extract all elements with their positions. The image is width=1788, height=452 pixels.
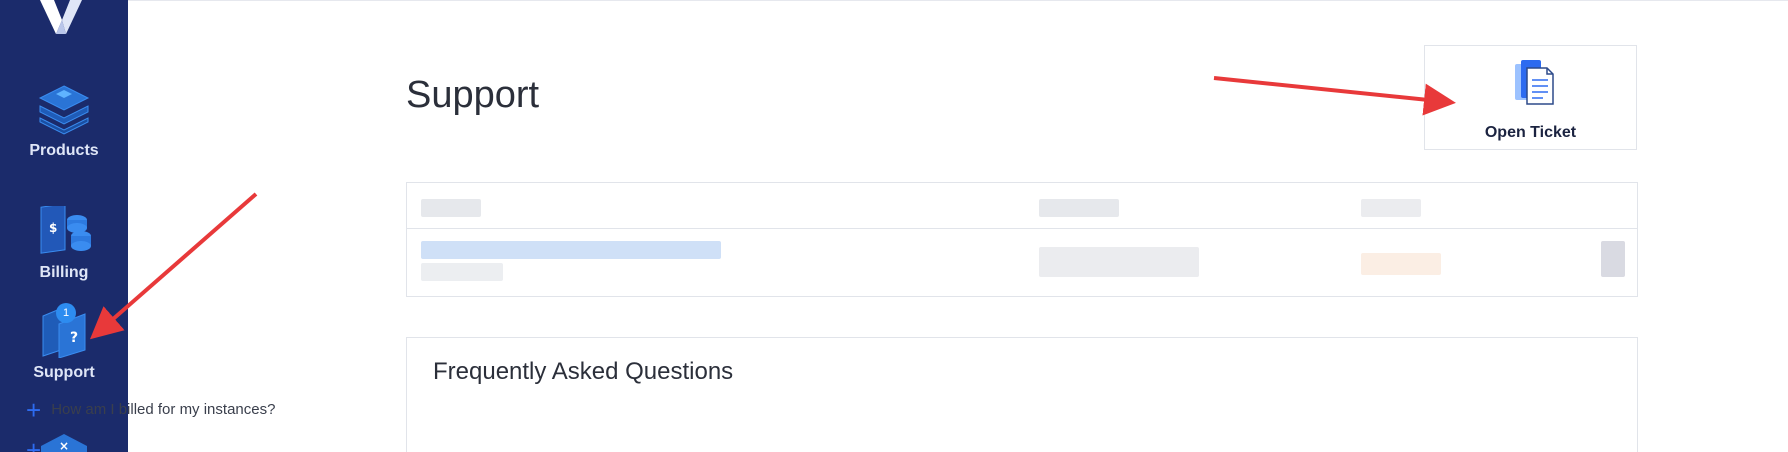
plus-icon: + [26, 395, 42, 425]
blurred-header-cell [1361, 199, 1421, 217]
plus-icon: + [26, 435, 42, 452]
svg-text:×: × [59, 439, 69, 452]
sidebar-item-more[interactable]: × [0, 434, 128, 452]
blurred-header-cell [421, 199, 481, 217]
blurred-cell [421, 263, 503, 281]
blurred-ticket-link[interactable] [421, 241, 721, 259]
faq-section: Frequently Asked Questions [406, 337, 1638, 452]
sidebar-item-label: Products [29, 142, 99, 159]
sidebar: Products $ Billing ? Support 1 × [0, 0, 128, 452]
ticket-document-icon [1515, 60, 1554, 105]
sidebar-item-label: Support [33, 364, 95, 381]
faq-title: Frequently Asked Questions [433, 358, 734, 385]
page-title: Support [406, 74, 540, 116]
billing-coins-icon: $ [40, 206, 91, 254]
sidebar-item-label: Billing [39, 264, 89, 281]
blurred-status-badge [1361, 253, 1441, 275]
sidebar-item-products[interactable]: Products [0, 84, 128, 160]
notification-badge: 1 [56, 303, 76, 323]
brand-logo[interactable] [36, 0, 86, 40]
open-ticket-label: Open Ticket [1484, 124, 1577, 141]
svg-text:$: $ [49, 221, 57, 235]
layers-icon [38, 85, 90, 135]
svg-text:?: ? [70, 330, 78, 346]
blurred-header-cell [1039, 199, 1119, 217]
faq-item[interactable]: + [26, 437, 51, 452]
sidebar-item-billing[interactable]: $ Billing [0, 206, 128, 282]
blurred-cell [1039, 247, 1199, 277]
tickets-table [406, 182, 1638, 297]
faq-question: How am I billed for my instances? [51, 400, 276, 418]
table-header [407, 183, 1637, 229]
faq-item[interactable]: + How am I billed for my instances? [26, 397, 276, 423]
blurred-action[interactable] [1601, 241, 1625, 277]
arrow-to-open-ticket [1213, 76, 1456, 116]
header-divider [128, 0, 1788, 1]
open-ticket-button[interactable]: Open Ticket [1424, 45, 1637, 150]
